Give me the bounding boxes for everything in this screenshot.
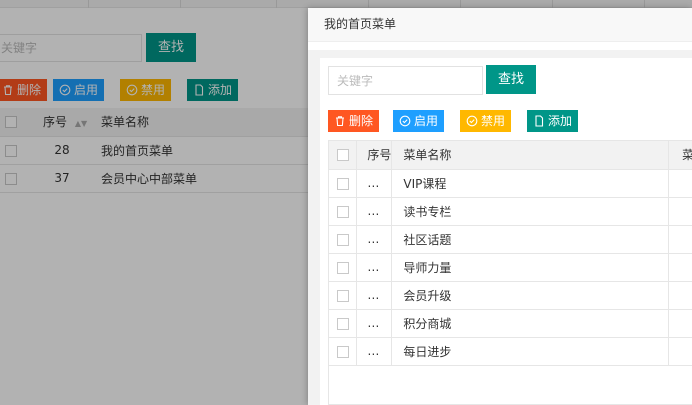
modal-panel: 查找 删除 启用 禁用 添加 bbox=[320, 58, 692, 405]
row-checkbox[interactable] bbox=[336, 345, 349, 358]
file-icon bbox=[535, 115, 544, 127]
modal-add-button[interactable]: 添加 bbox=[527, 110, 579, 132]
row-no: … bbox=[356, 309, 393, 338]
row-no: … bbox=[356, 281, 393, 310]
table-row: … 积分商城 bbox=[329, 309, 692, 338]
modal-disable-button[interactable]: 禁用 bbox=[460, 110, 512, 132]
row-name: 读书专栏 bbox=[391, 197, 670, 226]
modal-col-extra-label: 菜 bbox=[668, 141, 692, 170]
row-no: … bbox=[356, 225, 393, 254]
row-no: … bbox=[356, 197, 393, 226]
modal-title: 我的首页菜单 bbox=[308, 8, 692, 42]
menu-modal: 我的首页菜单 查找 删除 启用 禁用 添加 bbox=[308, 8, 692, 405]
check-circle-icon bbox=[466, 115, 478, 127]
modal-enable-button[interactable]: 启用 bbox=[393, 110, 445, 132]
row-name: 社区话题 bbox=[391, 225, 670, 254]
check-circle-icon bbox=[399, 115, 411, 127]
modal-body: 查找 删除 启用 禁用 添加 bbox=[308, 50, 692, 405]
table-row: … 每日进步 bbox=[329, 337, 692, 366]
modal-select-all-checkbox[interactable] bbox=[336, 149, 349, 162]
row-checkbox[interactable] bbox=[336, 205, 349, 218]
table-row: … 会员升级 bbox=[329, 281, 692, 310]
table-row: … VIP课程 bbox=[329, 169, 692, 198]
row-no: … bbox=[356, 169, 393, 198]
modal-table-header: 序号 菜单名称 菜 bbox=[329, 141, 692, 170]
row-name: 会员升级 bbox=[391, 281, 670, 310]
row-checkbox[interactable] bbox=[336, 317, 349, 330]
row-no: … bbox=[356, 253, 393, 282]
row-checkbox[interactable] bbox=[336, 233, 349, 246]
table-row: … 导师力量 bbox=[329, 253, 692, 282]
row-checkbox[interactable] bbox=[336, 177, 349, 190]
row-name: VIP课程 bbox=[391, 169, 670, 198]
modal-search-input[interactable] bbox=[337, 67, 482, 94]
modal-delete-button[interactable]: 删除 bbox=[328, 110, 380, 132]
modal-search-input-box bbox=[328, 66, 483, 95]
row-checkbox[interactable] bbox=[336, 289, 349, 302]
modal-menu-table: 序号 菜单名称 菜 … VIP课程 bbox=[329, 141, 692, 366]
table-row: … 社区话题 bbox=[329, 225, 692, 254]
row-checkbox[interactable] bbox=[336, 261, 349, 274]
row-name: 积分商城 bbox=[391, 309, 670, 338]
modal-search-button[interactable]: 查找 bbox=[486, 65, 537, 94]
row-name: 每日进步 bbox=[391, 337, 670, 366]
trash-icon bbox=[336, 116, 344, 127]
table-row: … 读书专栏 bbox=[329, 197, 692, 226]
modal-col-no-label: 序号 bbox=[356, 141, 393, 170]
row-no: … bbox=[356, 337, 393, 366]
modal-col-name-label: 菜单名称 bbox=[391, 141, 670, 170]
row-name: 导师力量 bbox=[391, 253, 670, 282]
modal-table-container[interactable]: 序号 菜单名称 菜 … VIP课程 bbox=[328, 140, 692, 405]
